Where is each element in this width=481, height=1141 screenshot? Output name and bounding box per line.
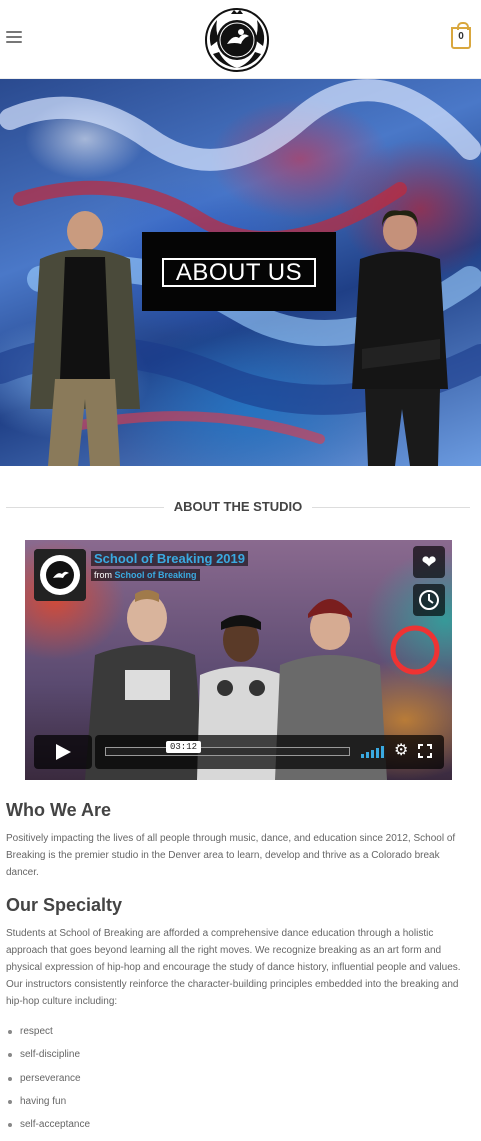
list-item: self-discipline [6,1047,466,1070]
video-controls: 03:12 ⚙ [34,735,444,769]
list-item: having fun [6,1094,466,1117]
list-item: respect [6,1024,466,1047]
list-item: self-acceptance [6,1117,466,1140]
site-header: 0 [0,0,481,79]
video-from-label: from [94,570,112,580]
who-we-are-text: Positively impacting the lives of all pe… [6,833,456,878]
control-bar: 03:12 ⚙ [95,735,444,769]
about-us-banner: ABOUT US [142,232,336,311]
our-specialty-heading: Our Specialty [6,895,123,915]
divider-line-right [312,507,470,508]
about-us-heading: ABOUT US [162,258,316,287]
video-player[interactable]: School of Breaking 2019 from School of B… [25,540,452,780]
principles-list: respect self-discipline perseverance hav… [6,1024,466,1140]
fullscreen-icon[interactable] [417,743,433,759]
instructor-right-photo [352,210,448,466]
list-item: perseverance [6,1071,466,1094]
play-icon[interactable] [34,735,92,769]
video-channel-link[interactable]: School of Breaking [115,570,197,580]
hero-banner: ABOUT US [0,79,481,466]
hamburger-menu-icon[interactable] [6,31,22,47]
progress-bar[interactable]: 03:12 [105,741,350,756]
video-byline: from School of Breaking [91,569,200,581]
cart-icon[interactable]: 0 [451,22,471,49]
video-title[interactable]: School of Breaking 2019 [91,551,248,566]
who-we-are-heading: Who We Are [6,800,112,820]
school-of-breaking-logo[interactable] [203,6,271,74]
section-divider-title: ABOUT THE STUDIO [6,498,470,516]
like-heart-icon[interactable]: ❤ [413,546,445,578]
volume-icon[interactable] [361,746,385,758]
our-specialty-text: Students at School of Breaking are affor… [6,928,461,1007]
cart-count: 0 [458,31,464,42]
settings-gear-icon[interactable]: ⚙ [394,742,412,760]
video-timestamp: 03:12 [166,741,202,753]
video-channel-logo[interactable] [34,549,86,601]
watch-later-clock-icon[interactable] [413,584,445,616]
